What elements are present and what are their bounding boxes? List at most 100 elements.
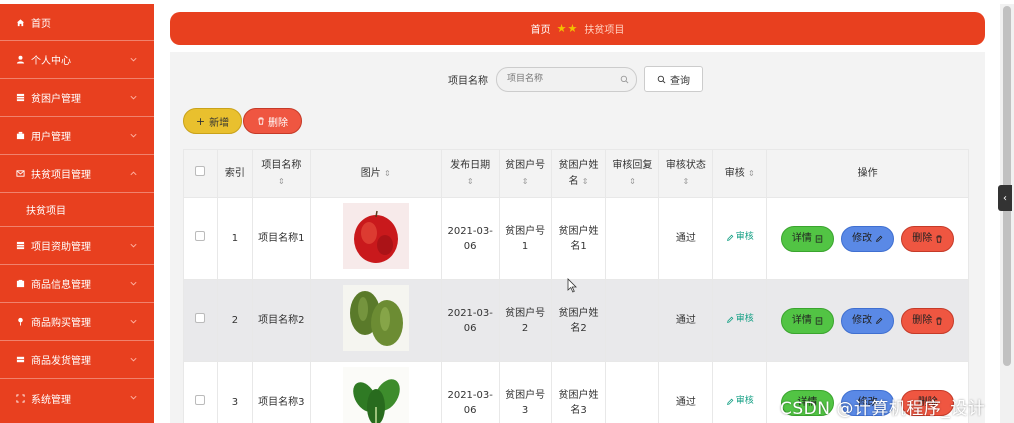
col-date[interactable]: 发布日期 ⇕ — [440, 149, 500, 198]
sidebar-item-label: 用户管理 — [31, 132, 71, 143]
delete-button[interactable]: 删除 — [901, 225, 955, 252]
col-household-name[interactable]: 贫困户姓名 ⇕ — [550, 149, 607, 198]
winter-melon-image[interactable] — [342, 285, 409, 351]
sidebar-item-profile[interactable]: 个人中心 — [0, 41, 154, 79]
detail-button[interactable]: 详情 — [780, 225, 834, 252]
sidebar: 首页 个人中心 贫困户管理 用户管理 扶贫项目管理 扶贫项目 项目资助管理 商品… — [0, 4, 154, 423]
plus-icon: + — [195, 114, 206, 128]
col-index-label: 索引 — [224, 167, 245, 179]
col-status-label: 审核状态 — [665, 159, 706, 171]
sidebar-item-label: 商品信息管理 — [31, 280, 91, 291]
row-name: 项目名称3 — [251, 361, 311, 423]
col-actions-label: 操作 — [857, 167, 878, 179]
pencil-icon — [876, 235, 883, 242]
document-icon — [815, 234, 823, 243]
col-reply[interactable]: 审核回复 ⇕ — [605, 149, 660, 198]
row-household-name: 贫困户姓名2 — [550, 279, 607, 362]
grid-icon — [16, 241, 25, 250]
select-all-checkbox[interactable] — [195, 165, 206, 176]
breadcrumb-home[interactable]: 首页 — [531, 21, 551, 36]
edit-button-label: 修改 — [852, 315, 873, 326]
audit-link[interactable]: 审核 — [726, 312, 754, 327]
row-checkbox[interactable] — [195, 395, 206, 405]
audit-link[interactable]: 审核 — [726, 230, 754, 245]
row-select-cell — [183, 197, 218, 280]
sidebar-item-goods-purchase[interactable]: 商品购买管理 — [0, 303, 154, 341]
sidebar-item-label: 个人中心 — [31, 56, 71, 67]
row-household-no: 贫困户号1 — [498, 197, 552, 280]
cursor-icon — [567, 278, 577, 293]
add-button-label: 新增 — [209, 117, 230, 129]
breadcrumb-current: 扶贫项目 — [584, 25, 625, 36]
sidebar-subitem-poverty-project[interactable]: 扶贫项目 — [0, 193, 154, 227]
row-reply — [605, 361, 660, 423]
sort-icon[interactable]: ⇕ — [629, 177, 636, 186]
batch-delete-button[interactable]: 删除 — [243, 108, 302, 134]
user-icon — [16, 55, 25, 64]
search-icon — [620, 75, 629, 83]
col-name[interactable]: 项目名称 ⇕ — [251, 149, 311, 198]
document-icon — [815, 316, 823, 325]
sidebar-item-goods-info[interactable]: 商品信息管理 — [0, 265, 154, 303]
trash-icon — [258, 117, 264, 125]
table-row: 1 项目名称1 2021-03-06 贫困户号1 贫困户姓名1 通过 审核 详情… — [183, 197, 969, 280]
content-area: 项目名称 查询 + 新增 删除 索引 项目名称 ⇕ 图片 ⇕ 发布日期 ⇕ 贫困户号… — [170, 52, 985, 423]
chevron-down-icon — [130, 281, 137, 286]
page-scrollbar[interactable] — [1000, 4, 1014, 423]
col-image[interactable]: 图片 ⇕ — [309, 149, 442, 198]
add-button[interactable]: + 新增 — [183, 108, 242, 134]
sort-icon[interactable]: ⇕ — [278, 177, 285, 186]
edit-button[interactable]: 修改 — [841, 307, 895, 334]
sidebar-item-home[interactable]: 首页 — [0, 4, 154, 41]
search-input[interactable] — [496, 66, 637, 92]
audit-link[interactable]: 审核 — [726, 394, 754, 409]
col-name-label: 项目名称 — [261, 159, 302, 171]
grid-icon — [16, 355, 25, 364]
sort-icon[interactable]: ⇕ — [682, 177, 689, 186]
pencil-icon — [876, 317, 883, 324]
row-index: 3 — [216, 361, 253, 423]
detail-button[interactable]: 详情 — [780, 307, 834, 334]
sidebar-item-poverty-projects[interactable]: 扶贫项目管理 — [0, 155, 154, 193]
collapse-tab[interactable]: ‹ — [998, 185, 1012, 211]
edit-button-label: 修改 — [852, 233, 873, 244]
sidebar-item-system[interactable]: 系统管理 — [0, 379, 154, 417]
trash-icon — [936, 235, 943, 243]
col-audit[interactable]: 审核 ⇕ — [712, 149, 768, 198]
query-button[interactable]: 查询 — [644, 66, 703, 92]
col-household-no[interactable]: 贫困户号 ⇕ — [498, 149, 552, 198]
detail-button-label: 详情 — [791, 315, 812, 326]
pencil-icon — [726, 398, 734, 405]
mail-icon — [16, 169, 25, 178]
pencil-icon — [726, 234, 734, 241]
row-reply — [605, 197, 660, 280]
spinach-image[interactable] — [342, 367, 409, 423]
row-checkbox[interactable] — [195, 231, 206, 241]
delete-button-label: 删除 — [912, 233, 933, 244]
chevron-left-icon: ‹ — [1003, 192, 1007, 204]
audit-link-label: 审核 — [735, 314, 754, 325]
sidebar-item-goods-shipping[interactable]: 商品发货管理 — [0, 341, 154, 379]
sort-icon[interactable]: ⇕ — [522, 177, 529, 186]
row-checkbox[interactable] — [195, 313, 206, 323]
sort-icon[interactable]: ⇕ — [384, 169, 391, 178]
edit-button[interactable]: 修改 — [841, 225, 895, 252]
sidebar-item-users[interactable]: 用户管理 — [0, 117, 154, 155]
breadcrumb: 首页 ★★ 扶贫项目 — [170, 12, 985, 45]
sort-icon[interactable]: ⇕ — [748, 169, 755, 178]
apple-image[interactable] — [342, 203, 409, 269]
sidebar-item-project-funding[interactable]: 项目资助管理 — [0, 227, 154, 265]
row-audit-cell: 审核 — [712, 279, 768, 362]
sidebar-item-households[interactable]: 贫困户管理 — [0, 79, 154, 117]
col-status[interactable]: 审核状态 ⇕ — [658, 149, 714, 198]
sort-icon[interactable]: ⇕ — [582, 177, 589, 186]
delete-button[interactable]: 删除 — [901, 307, 955, 334]
sidebar-subitem-label: 扶贫项目 — [26, 206, 66, 217]
row-audit-cell: 审核 — [712, 361, 768, 423]
search-wrapper — [496, 66, 637, 92]
grid-icon — [16, 93, 25, 102]
row-name: 项目名称2 — [251, 279, 311, 362]
sort-icon[interactable]: ⇕ — [467, 177, 474, 186]
col-date-label: 发布日期 — [450, 159, 491, 171]
chevron-down-icon — [130, 319, 137, 324]
